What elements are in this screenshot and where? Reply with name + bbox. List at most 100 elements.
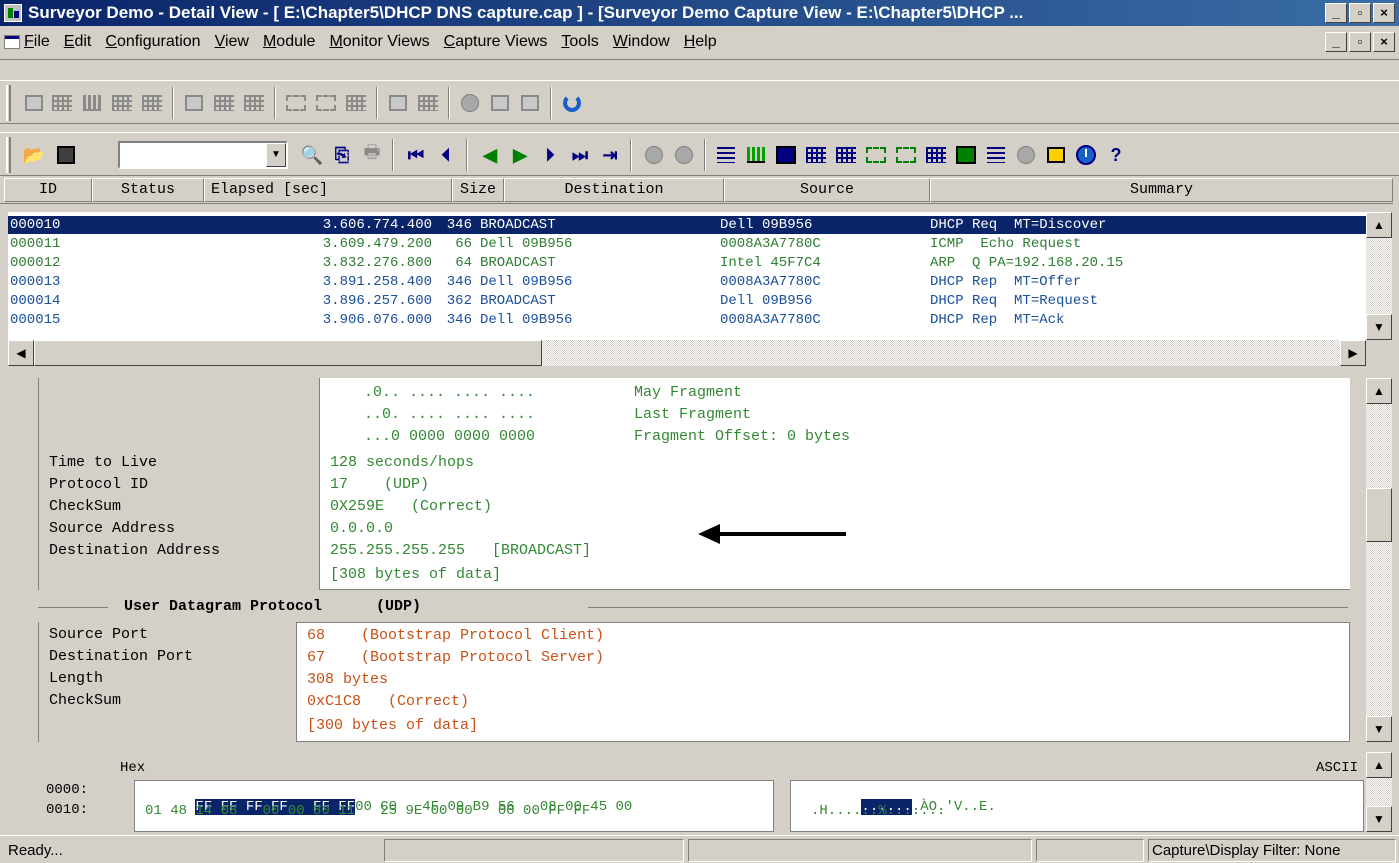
network-map-icon[interactable] <box>284 91 308 115</box>
packet-row[interactable]: 000011 3.609.479.200 66 Dell 09B956 0008A3A7… <box>8 235 1366 253</box>
udp-section-header[interactable]: User Datagram Protocol (UDP) <box>38 596 1348 620</box>
packet-row[interactable]: 000015 3.906.076.000 346 Dell 09B956 0008A3A… <box>8 311 1366 329</box>
hex-bytes-area[interactable]: FF FF FF FF FF FF00 C0 4F 09 B9 56 08 00… <box>134 780 774 832</box>
last-frame-icon[interactable]: ⏭ <box>568 143 592 167</box>
packet-row[interactable]: 000014 3.896.257.600 362 BROADCAST Dell 09B9… <box>8 292 1366 310</box>
column-id[interactable]: ID <box>4 178 92 202</box>
child-restore-button[interactable]: ▫ <box>1349 32 1371 52</box>
hex-bytes[interactable]: 01 48 14 08 00 00 80 11 25 9E 00 00 00 0… <box>145 803 590 819</box>
filter-combo[interactable]: ▼ <box>118 141 288 169</box>
open-folder-icon[interactable]: 📂 <box>22 143 46 167</box>
vscroll-thumb[interactable] <box>1366 488 1392 542</box>
schedule-icon[interactable] <box>518 91 542 115</box>
minimize-button[interactable]: _ <box>1325 3 1347 23</box>
mark-icon[interactable] <box>642 143 666 167</box>
scroll-down-icon[interactable]: ▼ <box>1366 806 1392 832</box>
zoom-icon[interactable] <box>1014 143 1038 167</box>
save-icon[interactable] <box>54 143 78 167</box>
expert-icon[interactable] <box>954 143 978 167</box>
menu-module[interactable]: Module <box>263 33 315 51</box>
monitor-icon[interactable] <box>182 91 206 115</box>
ring-icon[interactable] <box>212 91 236 115</box>
packet-list-hscroll[interactable]: ◀ ▶ <box>8 340 1366 366</box>
trace-icon[interactable] <box>984 143 1008 167</box>
scroll-right-icon[interactable]: ▶ <box>1340 340 1366 366</box>
menu-tools[interactable]: Tools <box>561 33 598 51</box>
menu-monitor-views[interactable]: Monitor Views <box>329 33 429 51</box>
child-minimize-button[interactable]: _ <box>1325 32 1347 52</box>
network-icon[interactable] <box>864 143 888 167</box>
maximize-button[interactable]: ▫ <box>1349 3 1371 23</box>
ascii-text[interactable]: .H......%....... <box>811 803 945 819</box>
scroll-up-icon[interactable]: ▲ <box>1366 212 1392 238</box>
unmark-icon[interactable] <box>672 143 696 167</box>
table-icon[interactable] <box>804 143 828 167</box>
scroll-up-icon[interactable]: ▲ <box>1366 378 1392 404</box>
protocol-matrix-icon[interactable] <box>344 91 368 115</box>
find-icon[interactable]: 🔍 <box>300 143 324 167</box>
menu-window[interactable]: Window <box>613 33 670 51</box>
protocol-stats-icon[interactable] <box>1044 143 1068 167</box>
protocol-matrix-icon[interactable] <box>924 143 948 167</box>
packet-row[interactable]: 000013 3.891.258.400 346 Dell 09B956 0008A3A… <box>8 273 1366 291</box>
host-table-icon[interactable] <box>110 91 134 115</box>
menu-edit[interactable]: Edit <box>64 33 92 51</box>
toolbar-grip[interactable] <box>6 85 11 121</box>
first-frame-icon[interactable]: ⏮ <box>404 143 428 167</box>
go-to-frame-icon[interactable]: ⇥ <box>598 143 622 167</box>
column-elapsed[interactable]: Elapsed [sec] <box>204 178 452 202</box>
zoom-icon[interactable] <box>458 91 482 115</box>
column-summary[interactable]: Summary <box>930 178 1393 202</box>
scroll-down-icon[interactable]: ▼ <box>1366 314 1392 340</box>
next-frame-icon[interactable]: ▶ <box>508 143 532 167</box>
detail-view-icon[interactable] <box>714 143 738 167</box>
copy-icon[interactable]: ⎘ <box>330 143 354 167</box>
chart-view-icon[interactable] <box>80 91 104 115</box>
previous-frame-icon[interactable]: ◀ <box>478 143 502 167</box>
matrix-icon[interactable] <box>834 143 858 167</box>
protocol-stats-icon[interactable] <box>488 91 512 115</box>
menu-view[interactable]: View <box>215 33 249 51</box>
menu-file[interactable]: File <box>24 33 50 51</box>
protocol-tree-icon[interactable] <box>314 91 338 115</box>
menu-capture-views[interactable]: Capture Views <box>444 33 548 51</box>
menu-help[interactable]: Help <box>684 33 717 51</box>
packet-list-vscroll[interactable]: ▲ ▼ <box>1366 212 1392 340</box>
column-source[interactable]: Source <box>724 178 930 202</box>
hex-pane-vscroll[interactable]: ▲ ▼ <box>1366 752 1392 832</box>
column-destination[interactable]: Destination <box>504 178 724 202</box>
child-close-button[interactable]: × <box>1373 32 1395 52</box>
summary-view-icon[interactable] <box>50 91 74 115</box>
matrix-table-icon[interactable] <box>140 91 164 115</box>
packet-row[interactable]: 000012 3.832.276.800 64 BROADCAST Intel 45F7… <box>8 254 1366 272</box>
trace-view-icon[interactable] <box>416 91 440 115</box>
column-status[interactable]: Status <box>92 178 204 202</box>
schedule-icon[interactable] <box>1074 143 1098 167</box>
document-window-icon[interactable] <box>4 35 20 49</box>
refresh-icon[interactable] <box>560 91 584 115</box>
next-marker-icon[interactable]: ⏵ <box>538 143 562 167</box>
chevron-down-icon[interactable]: ▼ <box>266 143 286 167</box>
previous-marker-icon[interactable]: ⏴ <box>434 143 458 167</box>
protocol-tree-icon[interactable] <box>894 143 918 167</box>
hscroll-thumb[interactable] <box>34 340 542 366</box>
toolbar-grip[interactable] <box>6 137 11 173</box>
detail-pane-vscroll[interactable]: ▲ ▼ <box>1366 378 1392 742</box>
column-size[interactable]: Size <box>452 178 504 202</box>
segment-icon[interactable] <box>242 91 266 115</box>
monitor-icon[interactable] <box>774 143 798 167</box>
help-icon[interactable]: ? <box>1104 143 1128 167</box>
scroll-left-icon[interactable]: ◀ <box>8 340 34 366</box>
menu-configuration[interactable]: Configuration <box>105 33 200 51</box>
scroll-down-icon[interactable]: ▼ <box>1366 716 1392 742</box>
packet-row[interactable]: 000010 3.606.774.400 346 BROADCAST Dell 09B9… <box>8 216 1366 234</box>
chart-icon[interactable] <box>744 143 768 167</box>
print-icon[interactable]: 🖶 <box>360 142 384 167</box>
expert-view-icon[interactable] <box>386 91 410 115</box>
close-button[interactable]: × <box>1373 3 1395 23</box>
app-icon[interactable] <box>4 4 22 22</box>
packet-list[interactable]: 000010 3.606.774.400 346 BROADCAST Dell 09B9… <box>8 212 1366 340</box>
ascii-area[interactable]: .......ÀO.'V..E. .H......%....... <box>790 780 1364 832</box>
detail-view-icon[interactable] <box>22 91 46 115</box>
scroll-up-icon[interactable]: ▲ <box>1366 752 1392 778</box>
